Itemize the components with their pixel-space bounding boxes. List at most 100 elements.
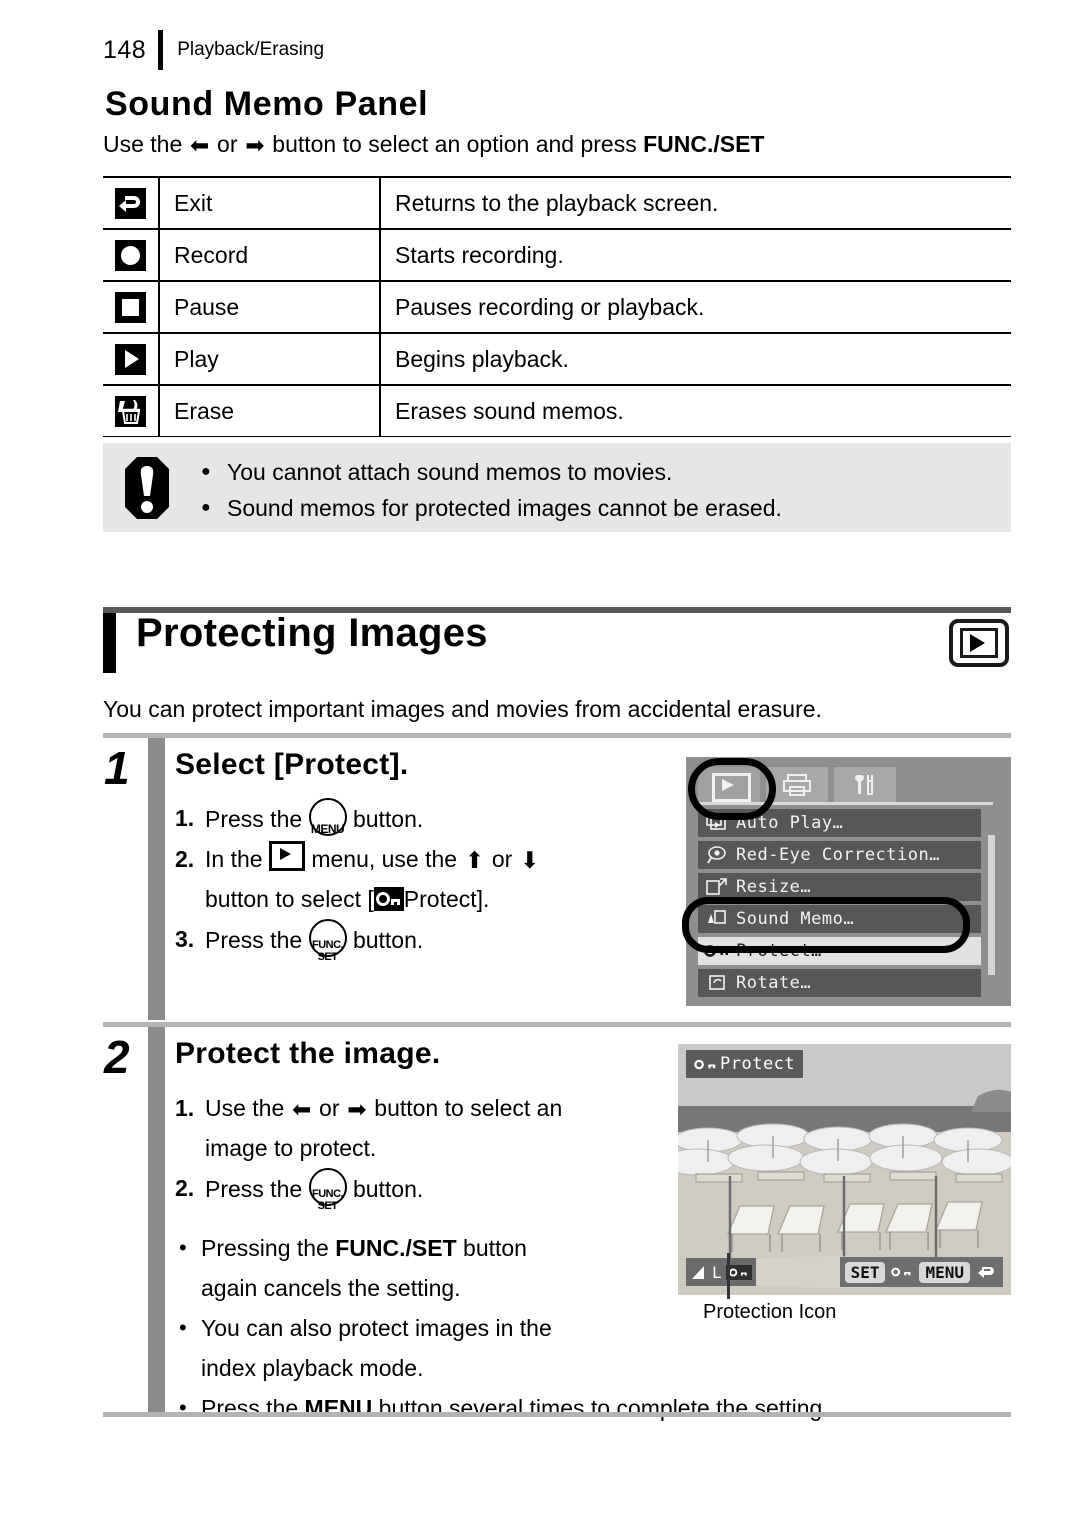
item-number: 1. xyxy=(175,1095,195,1121)
row-desc: Pauses recording or playback. xyxy=(380,280,1011,334)
row-name: Exit xyxy=(159,176,381,230)
compression-icon xyxy=(692,1266,704,1279)
return-icon xyxy=(976,1263,998,1281)
chapter-bar xyxy=(103,613,116,673)
item-or: or xyxy=(491,846,513,872)
chapter-heading: Protecting Images xyxy=(103,607,1011,673)
play-triangle-icon xyxy=(115,343,146,375)
item-or: or xyxy=(319,1095,340,1121)
settings-tab[interactable] xyxy=(834,767,896,802)
list-item: 2. In the menu, use the or xyxy=(175,839,541,879)
photo-bottom-right-overlay: SET MENU xyxy=(839,1257,1003,1287)
table-row: Record Starts recording. xyxy=(103,228,1011,282)
cont-post: Protect]. xyxy=(403,886,490,912)
sound-memo-lead: Use the or button to select an option an… xyxy=(103,131,764,158)
list-item: 1. Press the MENU button. xyxy=(175,798,541,839)
pause-square-icon xyxy=(115,291,146,323)
note-bold: MENU xyxy=(304,1395,373,1421)
note-cont: again cancels the setting. xyxy=(201,1275,461,1301)
item-text: Press the FUNC. SET button. xyxy=(205,919,424,963)
manual-page: 148 Playback/Erasing Sound Memo Panel Us… xyxy=(0,0,1080,1521)
protect-label-text: Protect xyxy=(720,1054,796,1074)
item-mid: menu, use the xyxy=(311,846,458,872)
lead-text-1: Use the xyxy=(103,131,183,157)
list-item-continuation: button to select [ Protect]. xyxy=(175,879,541,919)
row-name: Erase xyxy=(159,384,381,437)
note-bold: FUNC./SET xyxy=(335,1235,457,1261)
playback-menu-icon xyxy=(268,841,305,871)
resize-icon xyxy=(698,877,736,897)
row-icon-cell xyxy=(103,280,160,334)
table-row: Pause Pauses recording or playback. xyxy=(103,280,1011,334)
list-item: 3. Press the FUNC. SET button. xyxy=(175,919,541,963)
exclamation-icon xyxy=(125,457,169,519)
row-icon-cell xyxy=(103,228,160,282)
menu-chip[interactable]: MENU xyxy=(919,1261,970,1283)
set-chip[interactable]: SET xyxy=(844,1261,886,1283)
item-text: In the menu, use the or xyxy=(205,839,541,879)
item-post: button. xyxy=(352,806,424,832)
step1-number: 1 xyxy=(104,742,130,794)
menu-item-label: Red-Eye Correction… xyxy=(736,845,940,865)
quality-label: L xyxy=(712,1262,722,1282)
rotate-icon xyxy=(698,973,736,993)
row-name: Record xyxy=(159,228,381,282)
item-text: Press the FUNC. SET button. xyxy=(205,1168,423,1212)
key-icon xyxy=(694,1057,720,1072)
row-desc: Starts recording. xyxy=(380,228,1011,282)
item-number: 1. xyxy=(175,805,195,831)
row-desc: Returns to the playback screen. xyxy=(380,176,1011,230)
photo-caption: Protection Icon xyxy=(703,1301,837,1323)
func-set-button-icon: FUNC. SET xyxy=(308,919,347,963)
right-arrow-icon xyxy=(244,134,266,157)
menu-button-icon: MENU xyxy=(308,798,347,836)
left-arrow-icon xyxy=(291,1098,313,1121)
note-post: button xyxy=(456,1235,527,1261)
tab-highlight-annotation xyxy=(688,758,776,820)
list-item-continuation: image to protect. xyxy=(205,1135,377,1161)
item-number: 3. xyxy=(175,926,195,952)
right-arrow-icon xyxy=(346,1098,368,1121)
menu-item-red-eye[interactable]: Red-Eye Correction… xyxy=(698,841,981,869)
row-icon-cell xyxy=(103,176,160,230)
step1-instructions: 1. Press the MENU button. 2. In the menu… xyxy=(175,798,541,963)
row-desc: Begins playback. xyxy=(380,332,1011,386)
row-name: Pause xyxy=(159,280,381,334)
note-post: button several times to complete the set… xyxy=(372,1395,829,1421)
step2-bar xyxy=(148,1027,165,1414)
row-desc: Erases sound memos. xyxy=(380,384,1011,437)
caution-item: Sound memos for protected images cannot … xyxy=(201,490,782,526)
step1-top-rule xyxy=(103,733,1011,738)
row-name: Play xyxy=(159,332,381,386)
note-pre: You can also protect images in the xyxy=(201,1315,552,1341)
item-pre: In the xyxy=(205,846,263,872)
key-protect-icon xyxy=(373,887,404,911)
list-item: 1. Use the or button to select an xyxy=(175,1088,562,1128)
trash-erase-icon xyxy=(115,395,146,427)
page-number: 148 xyxy=(103,35,147,64)
step2-instructions: 1. Use the or button to select an image … xyxy=(175,1088,562,1212)
menu-item-rotate[interactable]: Rotate… xyxy=(698,969,981,997)
step1-bar xyxy=(148,738,165,1020)
page-title: Sound Memo Panel xyxy=(105,85,429,123)
chapter-lead: You can protect important images and mov… xyxy=(103,696,822,722)
item-pre: Use the xyxy=(205,1095,285,1121)
note-pre: Pressing the xyxy=(201,1235,336,1261)
tools-icon xyxy=(854,775,873,795)
table-row: Exit Returns to the playback screen. xyxy=(103,176,1011,230)
row-icon-cell xyxy=(103,384,160,437)
table-row: Play Begins playback. xyxy=(103,332,1011,386)
step1-heading: Select [Protect]. xyxy=(175,748,409,781)
menu-scrollbar[interactable] xyxy=(988,835,995,975)
table-row: Erase Erases sound memos. xyxy=(103,384,1011,437)
item-pre: Press the xyxy=(205,927,303,953)
item-post: button. xyxy=(352,927,424,953)
chapter-title: Protecting Images xyxy=(136,611,488,655)
step2-top-rule xyxy=(103,1022,1011,1027)
item-pre: Press the xyxy=(205,1176,303,1202)
return-exit-icon xyxy=(115,187,146,219)
left-arrow-icon xyxy=(189,134,211,157)
down-arrow-icon xyxy=(519,849,541,872)
quality-indicator: L xyxy=(686,1258,756,1286)
note-pre: Press the xyxy=(201,1395,305,1421)
